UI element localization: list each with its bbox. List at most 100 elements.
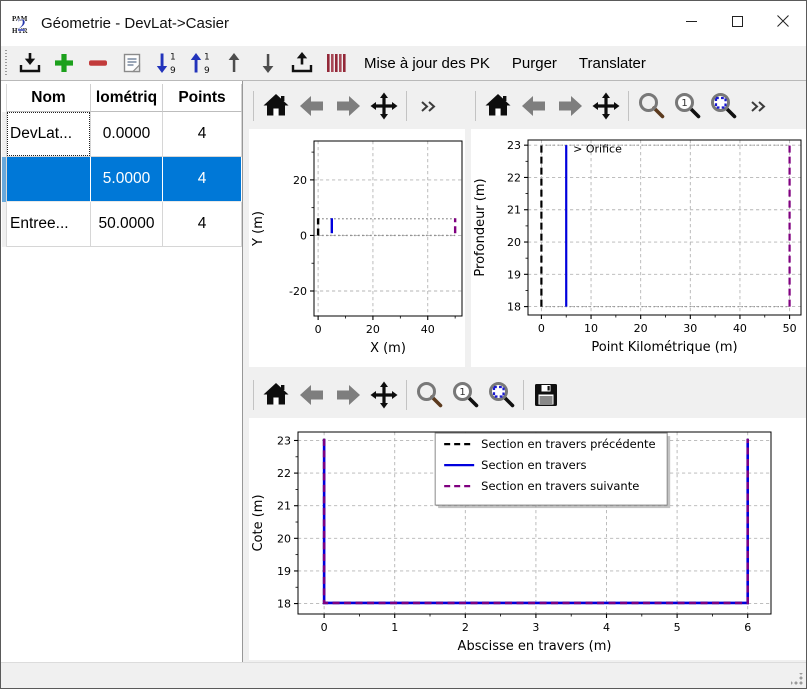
cell-points[interactable]: 4 bbox=[163, 157, 242, 202]
cell-pk[interactable]: 5.0000 bbox=[91, 157, 163, 202]
back-button[interactable] bbox=[516, 88, 552, 124]
cell-points[interactable]: 4 bbox=[163, 112, 242, 157]
zoom-one-icon: 1 bbox=[672, 91, 702, 121]
svg-text:Section en travers: Section en travers bbox=[481, 458, 586, 472]
translate-button[interactable]: Translater bbox=[569, 48, 656, 78]
sections-button[interactable] bbox=[320, 48, 352, 78]
svg-text:Section en travers précédente: Section en travers précédente bbox=[481, 437, 655, 451]
save-button[interactable] bbox=[528, 377, 564, 413]
svg-text:22: 22 bbox=[507, 171, 521, 184]
cell-pk[interactable]: 50.0000 bbox=[91, 202, 163, 247]
column-header-kilometrique[interactable]: lométriq bbox=[91, 84, 163, 112]
more-tools-button[interactable] bbox=[411, 88, 447, 124]
forward-icon bbox=[333, 91, 363, 121]
cell-nom[interactable]: DevLat... bbox=[7, 112, 91, 157]
app-window: PAM HYR 2 Géometrie - DevLat->Casier bbox=[0, 0, 807, 689]
move-down-button[interactable] bbox=[252, 48, 284, 78]
pan-button[interactable] bbox=[588, 88, 624, 124]
cross-section-toolbar: 1 bbox=[249, 375, 564, 415]
profile-chart[interactable]: 01020304050181920212223Point Kilométriqu… bbox=[471, 129, 807, 367]
pamhyr2-logo-icon: PAM HYR 2 bbox=[11, 13, 33, 35]
export-button[interactable] bbox=[286, 48, 318, 78]
add-button[interactable] bbox=[48, 48, 80, 78]
pan-icon bbox=[369, 380, 399, 410]
close-button[interactable] bbox=[760, 1, 806, 41]
zoom-icon bbox=[414, 380, 444, 410]
zoom-button[interactable] bbox=[411, 377, 447, 413]
sort-descending-button[interactable]: 1 9 bbox=[150, 48, 182, 78]
sort-ascending-button[interactable]: 1 9 bbox=[184, 48, 216, 78]
forward-button[interactable] bbox=[552, 88, 588, 124]
cell-points[interactable]: 4 bbox=[163, 202, 242, 247]
table-header: Nom lométriq Points bbox=[2, 84, 242, 112]
home-icon bbox=[261, 380, 291, 410]
zoom-one-button[interactable]: 1 bbox=[669, 88, 705, 124]
svg-text:20: 20 bbox=[507, 236, 521, 249]
sections-stripes-icon bbox=[323, 50, 349, 76]
back-button[interactable] bbox=[294, 377, 330, 413]
svg-text:18: 18 bbox=[277, 598, 291, 611]
zoom-fit-button[interactable] bbox=[483, 377, 519, 413]
svg-text:9: 9 bbox=[170, 66, 176, 76]
svg-text:22: 22 bbox=[277, 467, 291, 480]
svg-text:18: 18 bbox=[507, 301, 521, 314]
move-up-icon bbox=[221, 50, 247, 76]
window-title: Géometrie - DevLat->Casier bbox=[41, 15, 229, 32]
plots-area: 1 bbox=[243, 81, 806, 662]
table-row: Entree... 50.0000 4 bbox=[2, 202, 242, 247]
cell-pk[interactable]: 0.0000 bbox=[91, 112, 163, 157]
svg-text:1: 1 bbox=[681, 98, 687, 109]
svg-text:Cote (m): Cote (m) bbox=[251, 494, 266, 551]
maximize-button[interactable] bbox=[714, 1, 760, 41]
edit-button[interactable] bbox=[116, 48, 148, 78]
zoom-fit-button[interactable] bbox=[705, 88, 741, 124]
cross-section-chart[interactable]: 0123456181920212223Abscisse en travers (… bbox=[249, 418, 807, 660]
svg-text:23: 23 bbox=[507, 139, 521, 152]
zoom-one-button[interactable]: 1 bbox=[447, 377, 483, 413]
svg-text:40: 40 bbox=[733, 322, 747, 335]
pan-icon bbox=[369, 91, 399, 121]
save-icon bbox=[531, 380, 561, 410]
home-button[interactable] bbox=[258, 377, 294, 413]
forward-button[interactable] bbox=[330, 377, 366, 413]
cell-nom[interactable] bbox=[7, 157, 91, 202]
zoom-fit-icon bbox=[708, 91, 738, 121]
column-header-points[interactable]: Points bbox=[163, 84, 242, 112]
svg-text:30: 30 bbox=[683, 322, 697, 335]
pan-button[interactable] bbox=[366, 377, 402, 413]
pan-button[interactable] bbox=[366, 88, 402, 124]
back-button[interactable] bbox=[294, 88, 330, 124]
svg-text:0: 0 bbox=[321, 621, 328, 634]
status-bar bbox=[1, 662, 806, 688]
forward-icon bbox=[555, 91, 585, 121]
import-button[interactable] bbox=[14, 48, 46, 78]
svg-text:1: 1 bbox=[170, 53, 176, 63]
toolbar-handle-icon[interactable] bbox=[4, 50, 9, 76]
sort-ascending-icon: 1 9 bbox=[187, 50, 213, 76]
svg-text:3: 3 bbox=[532, 621, 539, 634]
delete-icon bbox=[85, 50, 111, 76]
zoom-one-icon: 1 bbox=[450, 380, 480, 410]
svg-text:1: 1 bbox=[391, 621, 398, 634]
title-bar[interactable]: PAM HYR 2 Géometrie - DevLat->Casier bbox=[1, 1, 806, 46]
minimize-button[interactable] bbox=[668, 1, 714, 41]
plan-view-chart[interactable]: 02040-20020X (m)Y (m) bbox=[249, 129, 465, 367]
cell-nom[interactable]: Entree... bbox=[7, 202, 91, 247]
profile-plot-toolbar: 1 bbox=[471, 86, 777, 126]
svg-text:9: 9 bbox=[204, 66, 210, 76]
purge-button[interactable]: Purger bbox=[502, 48, 567, 78]
forward-button[interactable] bbox=[330, 88, 366, 124]
svg-text:20: 20 bbox=[293, 174, 307, 187]
table-row-selected: 5.0000 4 bbox=[2, 157, 242, 202]
home-button[interactable] bbox=[480, 88, 516, 124]
more-tools-button[interactable] bbox=[741, 88, 777, 124]
svg-text:2: 2 bbox=[17, 15, 26, 35]
column-header-nom[interactable]: Nom bbox=[7, 84, 91, 112]
delete-button[interactable] bbox=[82, 48, 114, 78]
move-up-button[interactable] bbox=[218, 48, 250, 78]
zoom-button[interactable] bbox=[633, 88, 669, 124]
svg-text:X (m): X (m) bbox=[370, 341, 406, 356]
resize-grip[interactable] bbox=[791, 673, 803, 685]
home-button[interactable] bbox=[258, 88, 294, 124]
update-pk-button[interactable]: Mise à jour des PK bbox=[354, 48, 500, 78]
